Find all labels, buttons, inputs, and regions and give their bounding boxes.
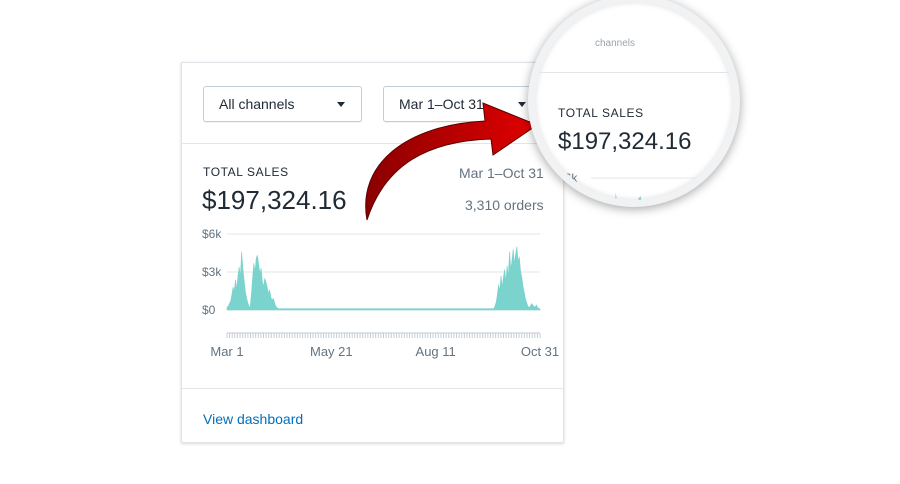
y-tick-label: $3k [202,265,222,279]
magnifier-chart: $6k$3k [558,171,733,200]
view-dashboard-link[interactable]: View dashboard [203,411,303,427]
magnifier-y-tick-label: $6k [558,171,578,185]
magnifier-sales-area [615,192,642,200]
x-tick-label: Oct 31 [521,344,559,359]
x-tick-label: May 21 [310,344,353,359]
y-tick-label: $0 [202,303,216,317]
magnifier-lens: channels TOTAL SALES $197,324.16 $6k$3k [528,0,740,207]
sales-area [226,246,541,311]
x-tick-label: Aug 11 [416,344,456,359]
y-tick-label: $6k [202,227,222,241]
red-arrow-icon [365,102,539,221]
card-footer: View dashboard [182,388,563,443]
x-tick-label: Mar 1 [210,344,243,359]
